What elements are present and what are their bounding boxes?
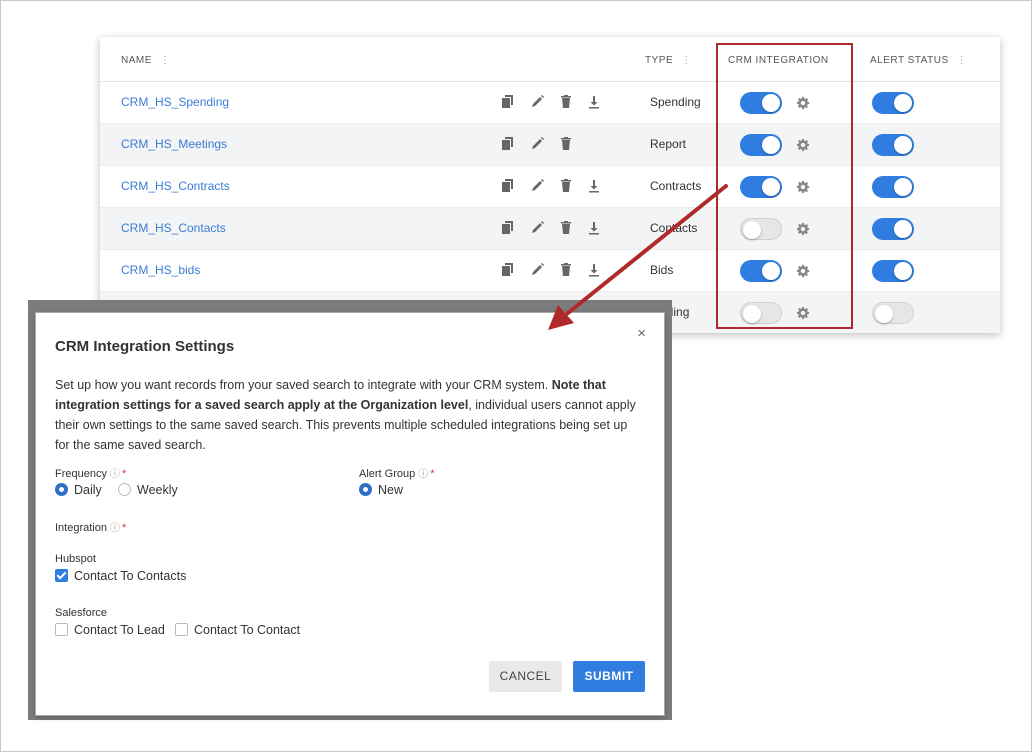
frequency-label: Frequency ⓘ *	[55, 468, 127, 480]
alert-status-toggle[interactable]	[872, 134, 914, 156]
frequency-daily-radio[interactable]: Daily	[55, 483, 102, 497]
column-menu-icon[interactable]: ⋮	[681, 55, 692, 66]
saved-search-name-link[interactable]: CRM_HS_Contracts	[121, 179, 230, 193]
table-row: CRM_HS_Contacts Contacts	[100, 208, 1000, 250]
integration-label: Integration ⓘ *	[55, 522, 127, 534]
table-row: CRM_HS_Contracts Contracts	[100, 166, 1000, 208]
saved-search-name-link[interactable]: CRM_HS_Meetings	[121, 137, 227, 151]
cancel-button[interactable]: CANCEL	[489, 661, 562, 692]
type-cell: Report	[650, 137, 687, 151]
download-icon[interactable]	[586, 220, 602, 236]
download-icon[interactable]	[586, 178, 602, 194]
column-header-type[interactable]: TYPE ⋮	[645, 55, 692, 66]
copy-icon[interactable]	[500, 178, 516, 194]
column-menu-icon[interactable]: ⋮	[160, 55, 171, 66]
copy-icon[interactable]	[500, 262, 516, 278]
trash-icon[interactable]	[558, 262, 574, 278]
column-header-alert-status[interactable]: ALERT STATUS ⋮	[870, 55, 967, 66]
type-cell: Bids	[650, 263, 674, 277]
hubspot-label: Hubspot	[55, 553, 96, 565]
copy-icon[interactable]	[500, 94, 516, 110]
checkbox-unchecked-icon	[175, 623, 188, 636]
row-actions	[500, 220, 610, 236]
type-cell: Contracts	[650, 179, 702, 193]
toggle-knob	[894, 136, 912, 154]
saved-search-name-link[interactable]: CRM_HS_bids	[121, 263, 200, 277]
type-cell: Spending	[650, 95, 701, 109]
table-row: CRM_HS_Spending Spending	[100, 82, 1000, 124]
toggle-knob	[894, 262, 912, 280]
salesforce-label: Salesforce	[55, 607, 107, 619]
download-icon[interactable]	[586, 262, 602, 278]
trash-icon[interactable]	[558, 94, 574, 110]
row-actions	[500, 262, 610, 278]
table-header: NAME ⋮ TYPE ⋮ CRM INTEGRATION ALERT STATUS…	[100, 37, 1000, 82]
toggle-knob	[894, 178, 912, 196]
edit-icon[interactable]	[530, 94, 546, 110]
type-cell: Contacts	[650, 221, 698, 235]
download-icon[interactable]	[586, 94, 602, 110]
saved-searches-table: NAME ⋮ TYPE ⋮ CRM INTEGRATION ALERT STATUS…	[100, 37, 1000, 333]
submit-button[interactable]: SUBMIT	[573, 661, 645, 692]
checkbox-unchecked-icon	[55, 623, 68, 636]
table-row: CRM_HS_Meetings Report	[100, 124, 1000, 166]
toggle-knob	[894, 220, 912, 238]
edit-icon[interactable]	[530, 220, 546, 236]
column-menu-icon[interactable]: ⋮	[957, 55, 968, 66]
trash-icon[interactable]	[558, 220, 574, 236]
hubspot-contact-to-contacts-checkbox[interactable]: Contact To Contacts	[55, 569, 186, 583]
radio-selected-icon	[55, 483, 68, 496]
close-icon[interactable]: ×	[637, 325, 646, 342]
alert-status-toggle[interactable]	[872, 92, 914, 114]
radio-unselected-icon	[118, 483, 131, 496]
alert-group-label: Alert Group ⓘ *	[359, 468, 435, 480]
edit-icon[interactable]	[530, 262, 546, 278]
salesforce-contact-to-lead-checkbox[interactable]: Contact To Lead	[55, 623, 165, 637]
row-actions	[500, 136, 610, 152]
dialog-description: Set up how you want records from your sa…	[55, 378, 636, 452]
toggle-knob	[875, 305, 893, 323]
crm-integration-settings-dialog: × CRM Integration Settings Set up how yo…	[36, 313, 664, 715]
edit-icon[interactable]	[530, 136, 546, 152]
column-header-name[interactable]: NAME ⋮	[121, 55, 170, 66]
alert-status-toggle[interactable]	[872, 176, 914, 198]
info-icon[interactable]: ⓘ	[418, 469, 428, 480]
alert-group-new-radio[interactable]: New	[359, 483, 403, 497]
checkbox-checked-icon	[55, 569, 68, 582]
alert-status-toggle[interactable]	[872, 302, 914, 324]
table-row: CRM_HS_bids Bids	[100, 250, 1000, 292]
crm-integration-column-highlight	[716, 43, 853, 329]
salesforce-contact-to-contact-checkbox[interactable]: Contact To Contact	[175, 623, 300, 637]
trash-icon[interactable]	[558, 178, 574, 194]
frequency-weekly-radio[interactable]: Weekly	[118, 483, 178, 497]
dialog-title: CRM Integration Settings	[55, 338, 235, 355]
saved-search-name-link[interactable]: CRM_HS_Spending	[121, 95, 229, 109]
info-icon[interactable]: ⓘ	[110, 523, 120, 534]
info-icon[interactable]: ⓘ	[110, 469, 120, 480]
edit-icon[interactable]	[530, 178, 546, 194]
alert-status-toggle[interactable]	[872, 218, 914, 240]
saved-search-name-link[interactable]: CRM_HS_Contacts	[121, 221, 226, 235]
toggle-knob	[894, 94, 912, 112]
copy-icon[interactable]	[500, 136, 516, 152]
trash-icon[interactable]	[558, 136, 574, 152]
radio-selected-icon	[359, 483, 372, 496]
alert-status-toggle[interactable]	[872, 260, 914, 282]
copy-icon[interactable]	[500, 220, 516, 236]
row-actions	[500, 178, 610, 194]
row-actions	[500, 94, 610, 110]
